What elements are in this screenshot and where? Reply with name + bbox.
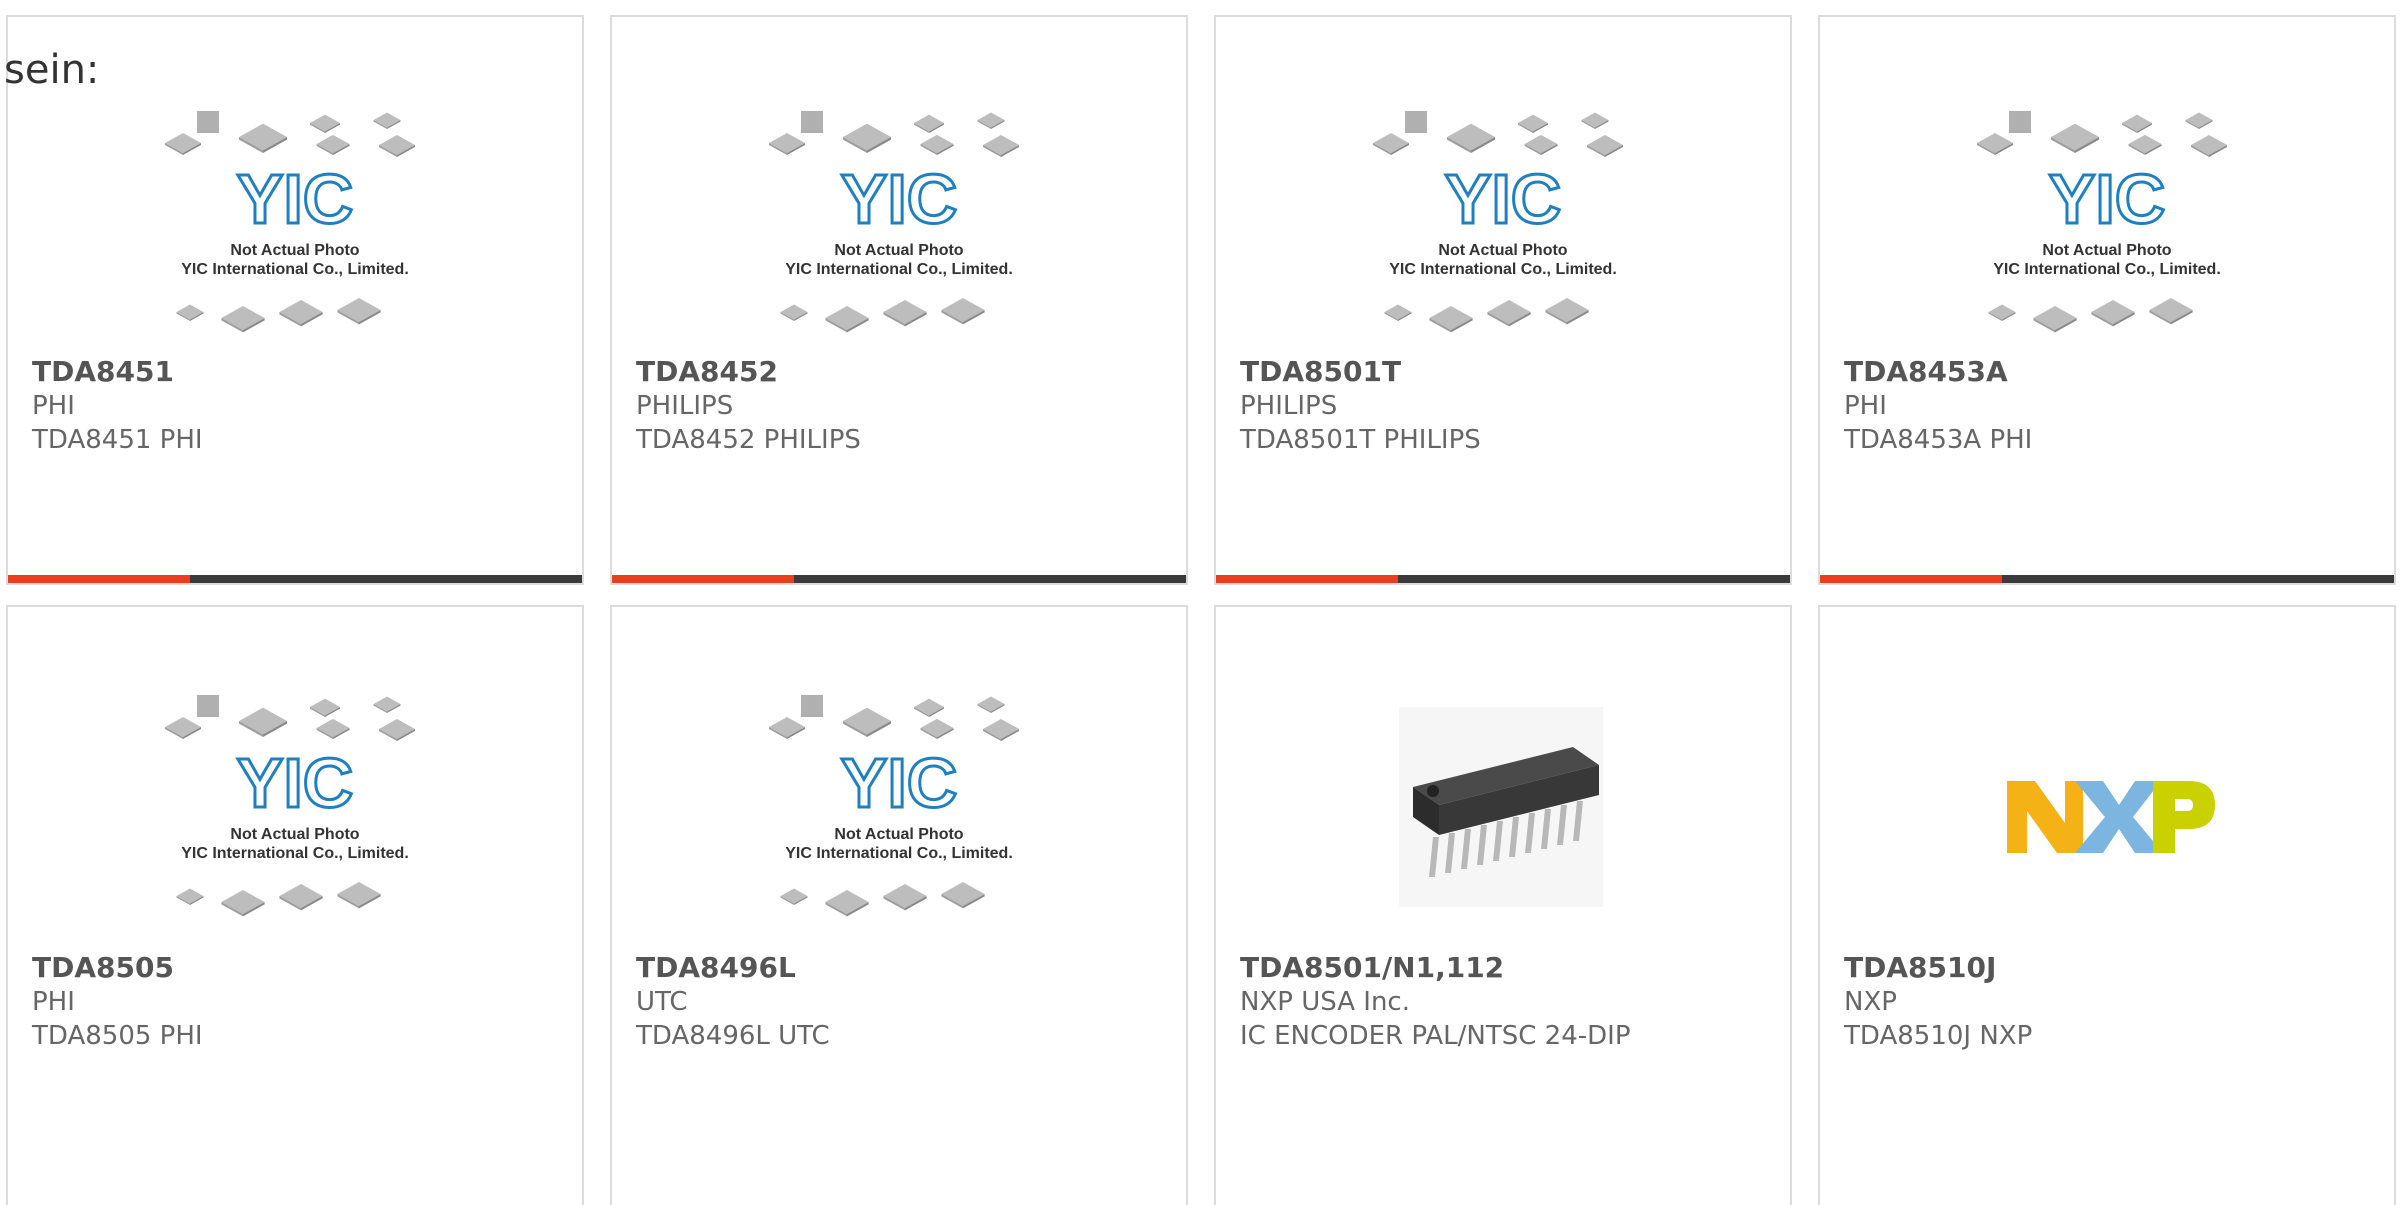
svg-text:YIC International Co., Limited: YIC International Co., Limited. (181, 845, 409, 862)
manufacturer: PHI (32, 391, 75, 421)
product-image-placeholder: YIC Not Actual Photo YIC International C… (145, 103, 445, 365)
part-number[interactable]: TDA8451 (32, 355, 572, 389)
product-card[interactable]: TDA8510J NXP TDA8510J NXP (1818, 605, 2396, 1205)
product-card[interactable]: YIC Not Actual Photo YIC International C… (610, 605, 1188, 1205)
part-number[interactable]: TDA8453A (1844, 355, 2384, 389)
card-bottom-bar (1820, 575, 2394, 583)
product-card[interactable]: YIC Not Actual Photo YIC International C… (6, 605, 584, 1205)
svg-text:YIC International Co., Limited: YIC International Co., Limited. (785, 261, 1013, 278)
nxp-logo (1957, 687, 2257, 949)
svg-text:Not Actual Photo: Not Actual Photo (230, 242, 359, 259)
manufacturer: PHI (32, 987, 75, 1017)
svg-text:YIC: YIC (841, 744, 958, 822)
card-bar-accent (1216, 575, 1398, 583)
description: TDA8452 PHILIPS (636, 425, 861, 455)
dip-chip-photo (1353, 687, 1653, 949)
product-image-placeholder: YIC Not Actual Photo YIC International C… (749, 103, 1049, 365)
part-number[interactable]: TDA8501T (1240, 355, 1780, 389)
svg-text:YIC International Co., Limited: YIC International Co., Limited. (1389, 261, 1617, 278)
part-number[interactable]: TDA8496L (636, 951, 1176, 985)
part-number[interactable]: TDA8501/N1,112 (1240, 951, 1780, 985)
svg-text:YIC International Co., Limited: YIC International Co., Limited. (1993, 261, 2221, 278)
svg-text:YIC: YIC (841, 160, 958, 238)
description: TDA8505 PHI (32, 1021, 203, 1051)
part-number[interactable]: TDA8505 (32, 951, 572, 985)
description: TDA8510J NXP (1844, 1021, 2033, 1051)
manufacturer: PHI (1844, 391, 1887, 421)
svg-text:Not Actual Photo: Not Actual Photo (834, 242, 963, 259)
svg-text:YIC International Co., Limited: YIC International Co., Limited. (181, 261, 409, 278)
part-number[interactable]: TDA8510J (1844, 951, 2384, 985)
product-card[interactable]: TDA8501/N1,112 NXP USA Inc. IC ENCODER P… (1214, 605, 1792, 1205)
product-image-placeholder: YIC Not Actual Photo YIC International C… (749, 687, 1049, 949)
card-bottom-bar (1216, 575, 1790, 583)
description: TDA8453A PHI (1844, 425, 2033, 455)
product-image-placeholder: YIC Not Actual Photo YIC International C… (1957, 103, 2257, 365)
manufacturer: PHILIPS (1240, 391, 1338, 421)
lead-text: sein: (4, 47, 100, 93)
product-card[interactable]: YIC Not Actual Photo YIC International C… (610, 15, 1188, 585)
description: IC ENCODER PAL/NTSC 24-DIP (1240, 1021, 1631, 1051)
card-bottom-bar (612, 575, 1186, 583)
product-image-placeholder: YIC Not Actual Photo YIC International C… (1353, 103, 1653, 365)
svg-text:YIC International Co., Limited: YIC International Co., Limited. (785, 845, 1013, 862)
product-grid: YIC Not Actual Photo YIC International C… (0, 0, 2400, 1205)
svg-text:Not Actual Photo: Not Actual Photo (834, 826, 963, 843)
part-number[interactable]: TDA8452 (636, 355, 1176, 389)
svg-text:Not Actual Photo: Not Actual Photo (230, 826, 359, 843)
card-bar-accent (1820, 575, 2002, 583)
product-card[interactable]: YIC Not Actual Photo YIC International C… (1214, 15, 1792, 585)
card-bar-accent (8, 575, 190, 583)
svg-text:YIC: YIC (1445, 160, 1562, 238)
svg-text:YIC: YIC (237, 744, 354, 822)
description: TDA8501T PHILIPS (1240, 425, 1481, 455)
card-bar-accent (612, 575, 794, 583)
svg-text:Not Actual Photo: Not Actual Photo (1438, 242, 1567, 259)
product-card[interactable]: YIC Not Actual Photo YIC International C… (1818, 15, 2396, 585)
description: TDA8496L UTC (636, 1021, 830, 1051)
svg-text:Not Actual Photo: Not Actual Photo (2042, 242, 2171, 259)
description: TDA8451 PHI (32, 425, 203, 455)
svg-text:YIC: YIC (2049, 160, 2166, 238)
manufacturer: NXP (1844, 987, 1897, 1017)
manufacturer: PHILIPS (636, 391, 734, 421)
product-card[interactable]: YIC Not Actual Photo YIC International C… (6, 15, 584, 585)
manufacturer: UTC (636, 987, 688, 1017)
svg-text:YIC: YIC (237, 160, 354, 238)
manufacturer: NXP USA Inc. (1240, 987, 1410, 1017)
card-bottom-bar (8, 575, 582, 583)
product-image-placeholder: YIC Not Actual Photo YIC International C… (145, 687, 445, 949)
